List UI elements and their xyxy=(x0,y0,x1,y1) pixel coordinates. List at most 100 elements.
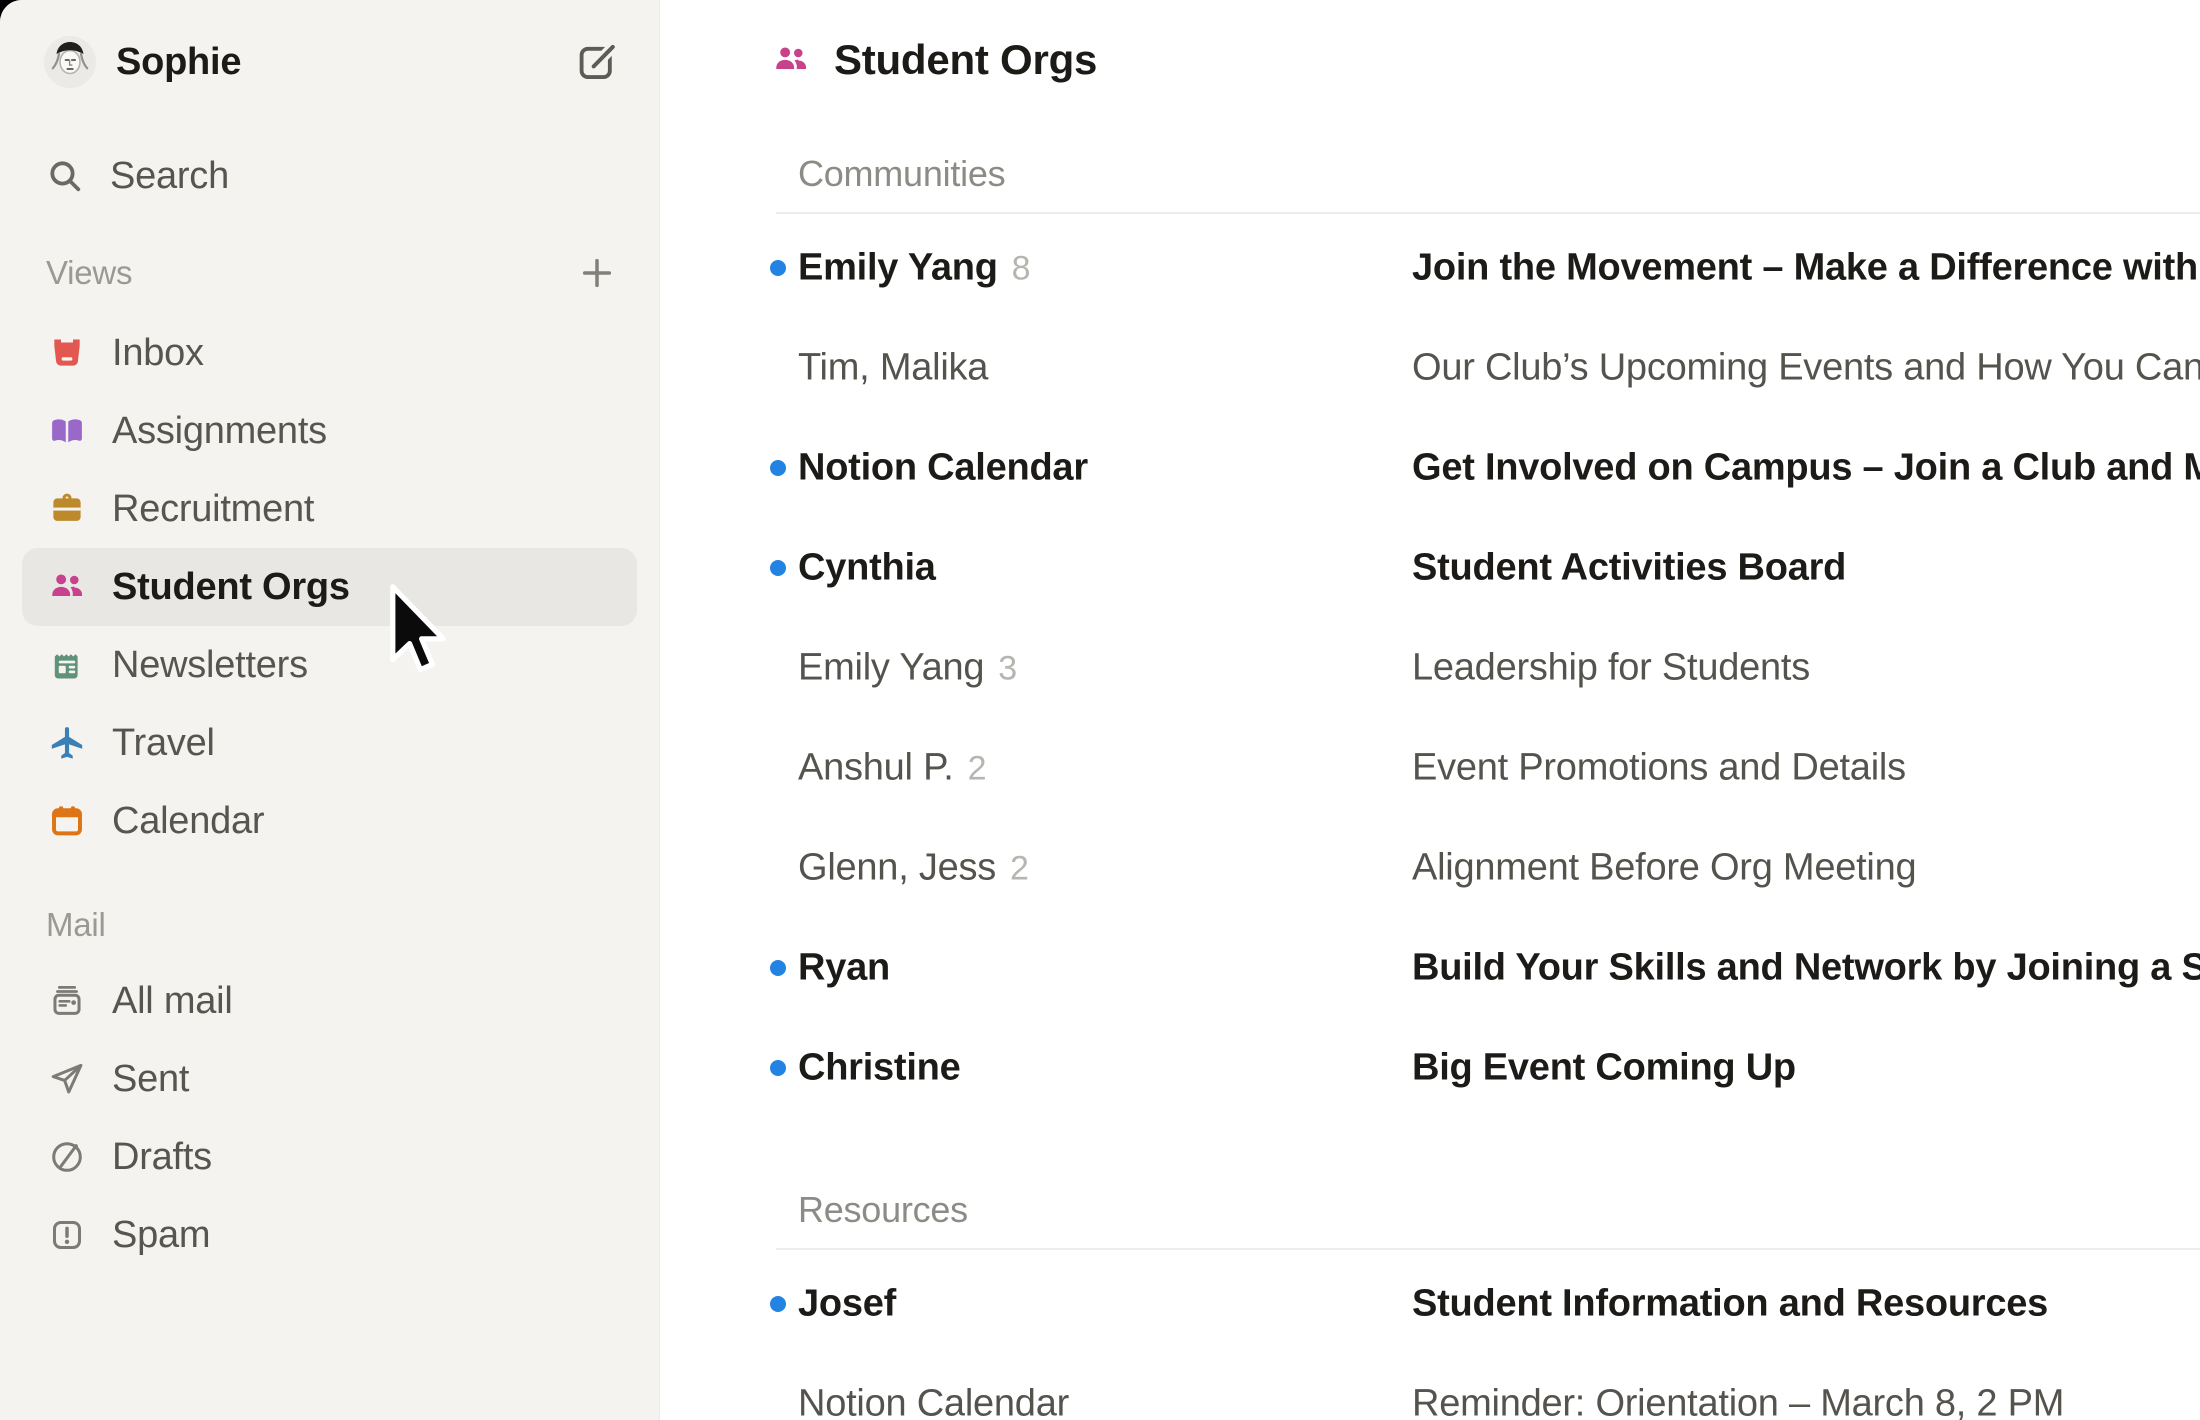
divider xyxy=(776,1248,2200,1250)
unread-dot xyxy=(770,1060,786,1076)
mail-nav: All mail Sent Drafts Spam xyxy=(0,962,659,1274)
sidebar-item-label: Assignments xyxy=(112,410,327,453)
email-subject: Leadership for Students xyxy=(1412,647,2200,690)
sidebar-item-travel[interactable]: Travel xyxy=(22,704,637,782)
sidebar-item-spam[interactable]: Spam xyxy=(22,1196,637,1274)
sidebar-item-drafts[interactable]: Drafts xyxy=(22,1118,637,1196)
account-switcher[interactable]: Sophie xyxy=(0,34,659,90)
thread-count: 2 xyxy=(1010,850,1029,889)
spam-exclamation-icon xyxy=(48,1216,86,1254)
sidebar-item-label: Student Orgs xyxy=(112,566,350,609)
unread-dot xyxy=(770,260,786,276)
unread-dot xyxy=(770,960,786,976)
email-sender: Notion Calendar xyxy=(798,1383,1069,1420)
app-window: Sophie Search Views xyxy=(0,0,2200,1420)
views-section-header: Views xyxy=(0,250,659,296)
views-nav: Inbox Assignments Recruitment Student Or… xyxy=(0,314,659,860)
email-subject: Get Involved on Campus – Join a Club and… xyxy=(1412,447,2200,490)
page-title: Student Orgs xyxy=(834,36,1097,84)
email-row[interactable]: Josef Student Information and Resources xyxy=(660,1254,2200,1354)
sidebar-item-label: Recruitment xyxy=(112,488,314,531)
sidebar-item-label: Newsletters xyxy=(112,644,308,687)
group-communities: Communities Emily Yang8 Join the Movemen… xyxy=(660,152,2200,1118)
sidebar-item-newsletters[interactable]: Newsletters xyxy=(22,626,637,704)
email-sender: Christine xyxy=(798,1047,961,1090)
people-icon xyxy=(48,568,86,606)
sidebar-item-assignments[interactable]: Assignments xyxy=(22,392,637,470)
email-row[interactable]: Emily Yang8 Join the Movement – Make a D… xyxy=(660,218,2200,318)
email-sender: Glenn, Jess xyxy=(798,847,996,890)
sidebar-item-label: All mail xyxy=(112,980,233,1023)
email-row[interactable]: Tim, Malika Our Club’s Upcoming Events a… xyxy=(660,318,2200,418)
sidebar-item-label: Sent xyxy=(112,1058,189,1101)
sidebar-item-student-orgs[interactable]: Student Orgs xyxy=(22,548,637,626)
sidebar-item-label: Spam xyxy=(112,1214,210,1257)
email-sender: Anshul P. xyxy=(798,747,954,790)
email-subject: Student Information and Resources xyxy=(1412,1283,2200,1326)
thread-count: 2 xyxy=(968,750,987,789)
open-book-icon xyxy=(48,412,86,450)
email-sender: Cynthia xyxy=(798,547,936,590)
divider xyxy=(776,212,2200,214)
search-label: Search xyxy=(110,155,229,198)
email-sender: Notion Calendar xyxy=(798,447,1088,490)
email-row[interactable]: Christine Big Event Coming Up xyxy=(660,1018,2200,1118)
thread-count: 3 xyxy=(998,650,1017,689)
group-header: Communities xyxy=(798,152,2200,196)
inbox-icon xyxy=(48,334,86,372)
email-row[interactable]: Notion Calendar Get Involved on Campus –… xyxy=(660,418,2200,518)
email-row[interactable]: Ryan Build Your Skills and Network by Jo… xyxy=(660,918,2200,1018)
thread-count: 8 xyxy=(1012,250,1031,289)
email-subject: Our Club’s Upcoming Events and How You C… xyxy=(1412,347,2200,390)
mouse-cursor-icon xyxy=(386,582,450,687)
people-icon xyxy=(772,41,810,79)
sidebar-item-calendar[interactable]: Calendar xyxy=(22,782,637,860)
sidebar-item-label: Calendar xyxy=(112,800,264,843)
group-resources: Resources Josef Student Information and … xyxy=(660,1188,2200,1420)
newspaper-icon xyxy=(48,646,86,684)
email-sender: Ryan xyxy=(798,947,890,990)
email-subject: Alignment Before Org Meeting xyxy=(1412,847,2200,890)
add-view-icon[interactable] xyxy=(577,253,617,293)
paper-plane-icon xyxy=(48,1060,86,1098)
email-subject: Student Activities Board xyxy=(1412,547,2200,590)
mail-section-label: Mail xyxy=(46,906,106,944)
mail-section-header: Mail xyxy=(0,902,659,948)
sidebar: Sophie Search Views xyxy=(0,0,660,1420)
message-list-panel: Student Orgs Communities Emily Yang8 Joi… xyxy=(660,0,2200,1420)
unread-dot xyxy=(770,460,786,476)
email-subject: Build Your Skills and Network by Joining… xyxy=(1412,947,2200,990)
search-button[interactable]: Search xyxy=(0,148,659,204)
email-row[interactable]: Glenn, Jess 2 Alignment Before Org Meetin… xyxy=(660,818,2200,918)
email-subject: Event Promotions and Details xyxy=(1412,747,2200,790)
email-sender: Emily Yang xyxy=(798,247,998,290)
unread-dot xyxy=(770,1296,786,1312)
calendar-icon xyxy=(48,802,86,840)
view-title-row: Student Orgs xyxy=(772,32,2200,88)
email-row[interactable]: Cynthia Student Activities Board xyxy=(660,518,2200,618)
briefcase-icon xyxy=(48,490,86,528)
sidebar-item-all-mail[interactable]: All mail xyxy=(22,962,637,1040)
sidebar-item-label: Inbox xyxy=(112,332,204,375)
email-row[interactable]: Notion Calendar Reminder: Orientation – … xyxy=(660,1354,2200,1420)
draft-pencil-circle-icon xyxy=(48,1138,86,1176)
email-subject: Big Event Coming Up xyxy=(1412,1047,2200,1090)
email-row[interactable]: Anshul P. 2 Event Promotions and Details xyxy=(660,718,2200,818)
group-header: Resources xyxy=(798,1188,2200,1232)
email-row[interactable]: Emily Yang 3 Leadership for Students xyxy=(660,618,2200,718)
email-sender: Emily Yang xyxy=(798,647,984,690)
mail-stack-icon xyxy=(48,982,86,1020)
sidebar-item-inbox[interactable]: Inbox xyxy=(22,314,637,392)
sidebar-item-label: Drafts xyxy=(112,1136,212,1179)
sidebar-item-label: Travel xyxy=(112,722,215,765)
plane-icon xyxy=(48,724,86,762)
sidebar-item-sent[interactable]: Sent xyxy=(22,1040,637,1118)
unread-dot xyxy=(770,560,786,576)
search-icon xyxy=(46,157,84,195)
sidebar-item-recruitment[interactable]: Recruitment xyxy=(22,470,637,548)
email-subject: Reminder: Orientation – March 8, 2 PM xyxy=(1412,1383,2200,1420)
user-name: Sophie xyxy=(116,41,241,84)
views-section-label: Views xyxy=(46,254,132,292)
compose-icon[interactable] xyxy=(575,40,619,84)
avatar xyxy=(44,36,96,88)
